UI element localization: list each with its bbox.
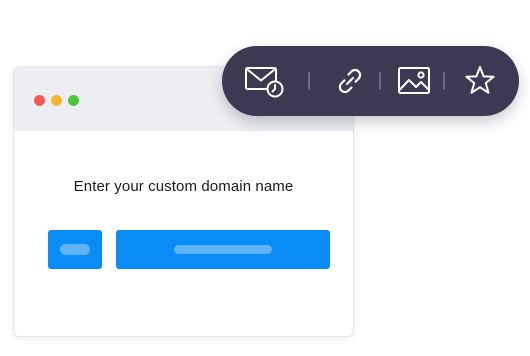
minimize-dot[interactable] xyxy=(51,95,62,106)
domain-input-button[interactable] xyxy=(116,230,330,269)
maximize-dot[interactable] xyxy=(68,95,79,106)
toolbar-separator xyxy=(308,72,310,90)
image-icon[interactable] xyxy=(394,63,434,99)
secondary-button[interactable] xyxy=(48,230,102,269)
link-icon[interactable] xyxy=(330,63,370,99)
mail-clock-icon[interactable] xyxy=(244,63,284,99)
illustration-stage: Enter your custom domain name xyxy=(0,0,530,356)
star-icon[interactable] xyxy=(460,63,500,99)
toolbar-separator xyxy=(443,72,445,90)
close-dot[interactable] xyxy=(34,95,45,106)
floating-toolbar xyxy=(222,46,519,116)
secondary-button-placeholder xyxy=(60,244,90,255)
toolbar-separator xyxy=(379,72,381,90)
domain-input-placeholder xyxy=(174,245,272,254)
domain-prompt-text: Enter your custom domain name xyxy=(73,178,294,195)
